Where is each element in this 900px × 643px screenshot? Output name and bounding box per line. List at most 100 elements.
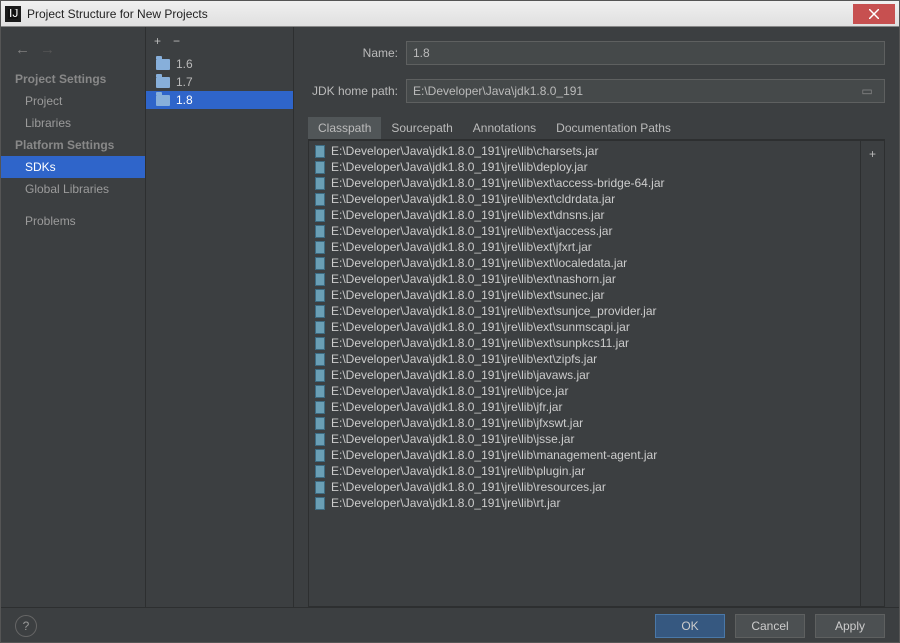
jar-icon bbox=[315, 225, 325, 238]
ok-button[interactable]: OK bbox=[655, 614, 725, 638]
classpath-row[interactable]: E:\Developer\Java\jdk1.8.0_191\jre\lib\d… bbox=[309, 159, 860, 175]
sdk-list: 1.6 1.7 1.8 bbox=[146, 55, 293, 109]
classpath-row[interactable]: E:\Developer\Java\jdk1.8.0_191\jre\lib\e… bbox=[309, 319, 860, 335]
main-panel: Name: 1.8 JDK home path: E:\Developer\Ja… bbox=[294, 27, 899, 607]
sdk-label: 1.8 bbox=[176, 93, 193, 107]
classpath-row[interactable]: E:\Developer\Java\jdk1.8.0_191\jre\lib\c… bbox=[309, 143, 860, 159]
classpath-path: E:\Developer\Java\jdk1.8.0_191\jre\lib\e… bbox=[331, 288, 605, 302]
jar-icon bbox=[315, 161, 325, 174]
sidebar-item-libraries[interactable]: Libraries bbox=[1, 112, 145, 134]
home-path-label: JDK home path: bbox=[308, 84, 398, 98]
sidebar-heading-platform: Platform Settings bbox=[1, 134, 145, 156]
classpath-path: E:\Developer\Java\jdk1.8.0_191\jre\lib\e… bbox=[331, 176, 665, 190]
classpath-path: E:\Developer\Java\jdk1.8.0_191\jre\lib\e… bbox=[331, 208, 605, 222]
sdk-panel: + − 1.6 1.7 1.8 bbox=[146, 27, 294, 607]
classpath-row[interactable]: E:\Developer\Java\jdk1.8.0_191\jre\lib\e… bbox=[309, 303, 860, 319]
forward-arrow-icon: → bbox=[40, 41, 55, 58]
tab-sourcepath[interactable]: Sourcepath bbox=[381, 117, 462, 139]
classpath-path: E:\Developer\Java\jdk1.8.0_191\jre\lib\e… bbox=[331, 352, 597, 366]
jar-icon bbox=[315, 353, 325, 366]
browse-folder-icon[interactable]: ▭ bbox=[856, 84, 878, 98]
remove-sdk-icon[interactable]: − bbox=[173, 34, 180, 48]
classpath-row[interactable]: E:\Developer\Java\jdk1.8.0_191\jre\lib\p… bbox=[309, 463, 860, 479]
classpath-path: E:\Developer\Java\jdk1.8.0_191\jre\lib\r… bbox=[331, 496, 560, 510]
classpath-row[interactable]: E:\Developer\Java\jdk1.8.0_191\jre\lib\e… bbox=[309, 335, 860, 351]
jar-icon bbox=[315, 305, 325, 318]
classpath-row[interactable]: E:\Developer\Java\jdk1.8.0_191\jre\lib\r… bbox=[309, 479, 860, 495]
classpath-path: E:\Developer\Java\jdk1.8.0_191\jre\lib\e… bbox=[331, 320, 630, 334]
back-arrow-icon[interactable]: ← bbox=[15, 41, 30, 58]
classpath-path: E:\Developer\Java\jdk1.8.0_191\jre\lib\e… bbox=[331, 336, 629, 350]
footer: ? OK Cancel Apply bbox=[1, 607, 899, 643]
jar-icon bbox=[315, 241, 325, 254]
window-title: Project Structure for New Projects bbox=[27, 7, 853, 21]
classpath-list[interactable]: E:\Developer\Java\jdk1.8.0_191\jre\lib\c… bbox=[309, 141, 860, 606]
cancel-button[interactable]: Cancel bbox=[735, 614, 805, 638]
classpath-row[interactable]: E:\Developer\Java\jdk1.8.0_191\jre\lib\e… bbox=[309, 175, 860, 191]
classpath-row[interactable]: E:\Developer\Java\jdk1.8.0_191\jre\lib\e… bbox=[309, 223, 860, 239]
folder-icon bbox=[156, 59, 170, 70]
jar-icon bbox=[315, 449, 325, 462]
sdk-label: 1.6 bbox=[176, 57, 193, 71]
classpath-path: E:\Developer\Java\jdk1.8.0_191\jre\lib\r… bbox=[331, 480, 606, 494]
name-input[interactable]: 1.8 bbox=[406, 41, 885, 65]
apply-button[interactable]: Apply bbox=[815, 614, 885, 638]
classpath-row[interactable]: E:\Developer\Java\jdk1.8.0_191\jre\lib\e… bbox=[309, 239, 860, 255]
sidebar-item-global-libraries[interactable]: Global Libraries bbox=[1, 178, 145, 200]
tab-documentation-paths[interactable]: Documentation Paths bbox=[546, 117, 681, 139]
classpath-path: E:\Developer\Java\jdk1.8.0_191\jre\lib\e… bbox=[331, 192, 615, 206]
home-path-input[interactable]: E:\Developer\Java\jdk1.8.0_191 ▭ bbox=[406, 79, 885, 103]
classpath-row[interactable]: E:\Developer\Java\jdk1.8.0_191\jre\lib\j… bbox=[309, 415, 860, 431]
folder-icon bbox=[156, 77, 170, 88]
classpath-row[interactable]: E:\Developer\Java\jdk1.8.0_191\jre\lib\e… bbox=[309, 287, 860, 303]
classpath-row[interactable]: E:\Developer\Java\jdk1.8.0_191\jre\lib\m… bbox=[309, 447, 860, 463]
classpath-row[interactable]: E:\Developer\Java\jdk1.8.0_191\jre\lib\e… bbox=[309, 255, 860, 271]
classpath-row[interactable]: E:\Developer\Java\jdk1.8.0_191\jre\lib\e… bbox=[309, 191, 860, 207]
add-classpath-icon[interactable]: + bbox=[869, 147, 876, 161]
jar-icon bbox=[315, 145, 325, 158]
titlebar: IJ Project Structure for New Projects bbox=[1, 1, 899, 27]
jar-icon bbox=[315, 481, 325, 494]
classpath-row[interactable]: E:\Developer\Java\jdk1.8.0_191\jre\lib\e… bbox=[309, 271, 860, 287]
classpath-row[interactable]: E:\Developer\Java\jdk1.8.0_191\jre\lib\j… bbox=[309, 431, 860, 447]
sidebar: ← → Project Settings Project Libraries P… bbox=[1, 27, 146, 607]
sdk-item[interactable]: 1.8 bbox=[146, 91, 293, 109]
jar-icon bbox=[315, 177, 325, 190]
classpath-path: E:\Developer\Java\jdk1.8.0_191\jre\lib\p… bbox=[331, 464, 585, 478]
sidebar-item-sdks[interactable]: SDKs bbox=[1, 156, 145, 178]
classpath-tools: + bbox=[860, 141, 884, 606]
help-button[interactable]: ? bbox=[15, 615, 37, 637]
add-sdk-icon[interactable]: + bbox=[154, 34, 161, 48]
jar-icon bbox=[315, 273, 325, 286]
classpath-path: E:\Developer\Java\jdk1.8.0_191\jre\lib\e… bbox=[331, 256, 627, 270]
sdk-item[interactable]: 1.6 bbox=[146, 55, 293, 73]
name-label: Name: bbox=[308, 46, 398, 60]
sidebar-item-problems[interactable]: Problems bbox=[1, 210, 145, 232]
close-button[interactable] bbox=[853, 4, 895, 24]
classpath-row[interactable]: E:\Developer\Java\jdk1.8.0_191\jre\lib\j… bbox=[309, 367, 860, 383]
classpath-path: E:\Developer\Java\jdk1.8.0_191\jre\lib\c… bbox=[331, 144, 598, 158]
jar-icon bbox=[315, 497, 325, 510]
nav-toolbar: ← → bbox=[1, 39, 145, 68]
classpath-row[interactable]: E:\Developer\Java\jdk1.8.0_191\jre\lib\e… bbox=[309, 351, 860, 367]
sdk-item[interactable]: 1.7 bbox=[146, 73, 293, 91]
jar-icon bbox=[315, 417, 325, 430]
jar-icon bbox=[315, 257, 325, 270]
sidebar-item-project[interactable]: Project bbox=[1, 90, 145, 112]
jar-icon bbox=[315, 337, 325, 350]
classpath-path: E:\Developer\Java\jdk1.8.0_191\jre\lib\j… bbox=[331, 384, 568, 398]
classpath-path: E:\Developer\Java\jdk1.8.0_191\jre\lib\j… bbox=[331, 400, 562, 414]
tab-classpath[interactable]: Classpath bbox=[308, 117, 381, 139]
sidebar-heading-project: Project Settings bbox=[1, 68, 145, 90]
jar-icon bbox=[315, 385, 325, 398]
classpath-row[interactable]: E:\Developer\Java\jdk1.8.0_191\jre\lib\j… bbox=[309, 383, 860, 399]
classpath-path: E:\Developer\Java\jdk1.8.0_191\jre\lib\j… bbox=[331, 432, 574, 446]
tab-annotations[interactable]: Annotations bbox=[463, 117, 546, 139]
classpath-path: E:\Developer\Java\jdk1.8.0_191\jre\lib\d… bbox=[331, 160, 588, 174]
jar-icon bbox=[315, 465, 325, 478]
jar-icon bbox=[315, 401, 325, 414]
classpath-row[interactable]: E:\Developer\Java\jdk1.8.0_191\jre\lib\e… bbox=[309, 207, 860, 223]
jar-icon bbox=[315, 369, 325, 382]
classpath-row[interactable]: E:\Developer\Java\jdk1.8.0_191\jre\lib\r… bbox=[309, 495, 860, 511]
classpath-row[interactable]: E:\Developer\Java\jdk1.8.0_191\jre\lib\j… bbox=[309, 399, 860, 415]
